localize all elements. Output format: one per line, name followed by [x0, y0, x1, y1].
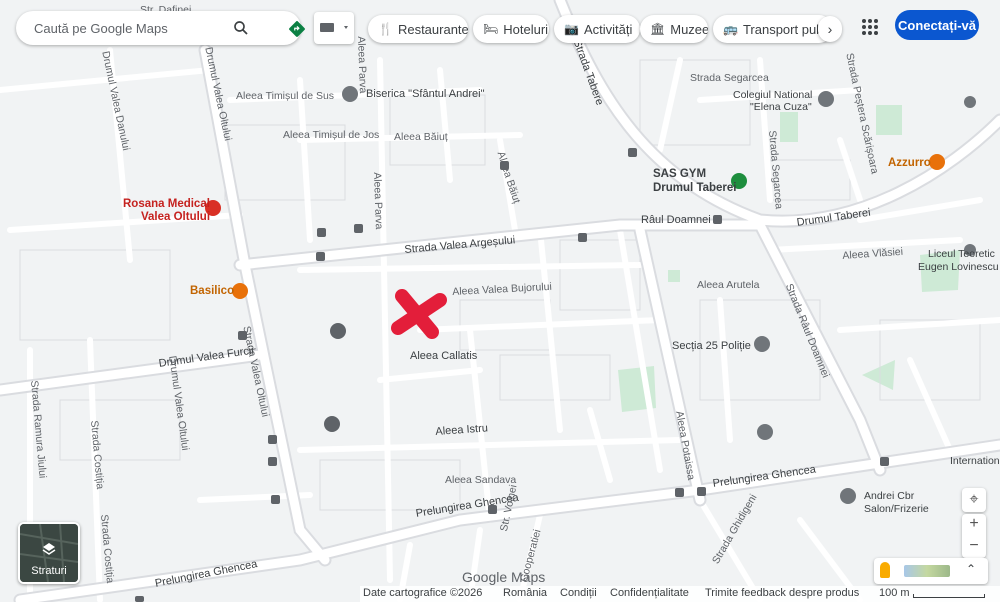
basilico-label: Basilico	[190, 285, 235, 297]
school-label-3: Liceul Teoretic	[928, 248, 995, 260]
church-label: Biserica "Sfântul Andrei"	[366, 88, 485, 100]
scale-label[interactable]: 100 m	[879, 587, 910, 599]
museum-icon: 🏛	[650, 22, 666, 36]
street-label: Aleea Timișul de Jos	[283, 129, 380, 141]
chip-muzee[interactable]: 🏛 Muzee	[640, 15, 708, 43]
pin-icon	[757, 424, 773, 440]
country-link[interactable]: România	[503, 587, 547, 599]
church-pin-icon	[342, 86, 358, 102]
keyboard-toggle[interactable]	[314, 12, 354, 44]
search-input[interactable]: Caută pe Google Maps	[34, 21, 168, 36]
place-label: Internation	[950, 455, 1000, 467]
street-label: Aleea Callatis	[410, 350, 478, 362]
restaurant-pin-icon	[929, 154, 945, 170]
street-label: Aleea Parva	[355, 36, 369, 94]
imagery-thumbnails[interactable]	[904, 565, 950, 577]
school-label-2: "Elena Cuza"	[750, 101, 812, 113]
fork-knife-icon: 🍴	[378, 22, 393, 36]
expand-icon[interactable]: ⌃	[966, 562, 976, 576]
chevron-right-icon: ›	[827, 21, 833, 37]
sign-in-button[interactable]: Conectați-vă	[895, 10, 979, 40]
chip-restaurante[interactable]: 🍴 Restaurante	[368, 15, 468, 43]
privacy-link[interactable]: Confidențialitate	[610, 587, 689, 599]
street-label: Aleea Băiuț	[394, 131, 448, 143]
location-icon: ⌖	[969, 491, 979, 508]
salon-label-2: Salon/Frizerie	[864, 503, 929, 515]
chips-next-button[interactable]: ›	[818, 16, 842, 42]
pegman-icon[interactable]	[880, 562, 890, 578]
camera-icon: 📷	[564, 22, 579, 36]
chip-label: Hoteluri	[503, 21, 549, 37]
police-pin-icon	[754, 336, 770, 352]
search-box[interactable]: Caută pe Google Maps	[16, 11, 305, 45]
layers-label: Straturi	[31, 565, 67, 577]
zoom-out-button[interactable]: −	[962, 536, 986, 558]
search-icon[interactable]	[232, 19, 250, 37]
street-label: Strada Segarcea	[690, 72, 769, 84]
chip-transport[interactable]: 🚌 Transport publi	[713, 15, 833, 43]
police-label: Secția 25 Poliție	[672, 340, 751, 352]
chip-hoteluri[interactable]: 🛏 Hoteluri	[473, 15, 549, 43]
school-label: Colegiul National	[733, 89, 813, 101]
azzurro-label: Azzurro	[888, 157, 931, 169]
chip-label: Restaurante	[397, 21, 468, 37]
restaurant-pin-icon-2	[232, 283, 248, 299]
apps-grid-icon[interactable]	[860, 17, 880, 37]
school-pin-icon	[818, 91, 834, 107]
layers-icon	[42, 543, 56, 555]
street-label: Aleea Sandava	[445, 474, 517, 486]
street-label: Aleea Parva	[371, 172, 385, 230]
terms-link[interactable]: Condiții	[560, 587, 597, 599]
footer-bar: Date cartografice ©2026 România Condiții…	[360, 586, 1000, 602]
gym-label: SAS GYM	[653, 168, 707, 180]
zoom-controls: + −	[962, 514, 986, 558]
school-label-4: Eugen Lovinescu	[918, 261, 999, 273]
salon-label: Andrei Cbr	[864, 490, 915, 502]
google-maps-logo: Google Maps	[462, 569, 546, 585]
street-view-bar: ⌃	[874, 558, 988, 584]
rosana-label-2: Valea Oltului	[141, 211, 211, 223]
chip-label: Muzee	[670, 21, 708, 37]
keyboard-icon	[320, 23, 348, 32]
street-label: Aleea Timișul de Sus	[236, 90, 335, 102]
school-pin-icon-3	[964, 96, 976, 108]
scale-bar	[913, 594, 985, 598]
layers-pin-icon	[330, 323, 346, 339]
my-location-button[interactable]: ⌖	[962, 488, 986, 512]
feedback-link[interactable]: Trimite feedback despre produs	[705, 587, 859, 599]
chip-label: Activități	[583, 21, 633, 37]
layers-pin-icon-2	[324, 416, 340, 432]
directions-icon[interactable]	[288, 20, 306, 38]
metro-label: Râul Doamnei	[641, 214, 711, 226]
chip-label: Transport publi	[742, 21, 830, 37]
bed-icon: 🛏	[483, 22, 499, 36]
salon-pin-icon	[840, 488, 856, 504]
chip-activitati[interactable]: 📷 Activități	[554, 15, 640, 43]
gym-label-2: Drumul Taberei	[653, 182, 737, 194]
bus-icon: 🚌	[723, 22, 738, 36]
zoom-in-button[interactable]: +	[962, 514, 986, 536]
rosana-label: Rosana Medical	[123, 198, 210, 210]
layers-button[interactable]: Straturi	[18, 522, 80, 584]
street-label: Aleea Arutela	[697, 279, 760, 291]
data-credit: Date cartografice ©2026	[363, 587, 483, 599]
